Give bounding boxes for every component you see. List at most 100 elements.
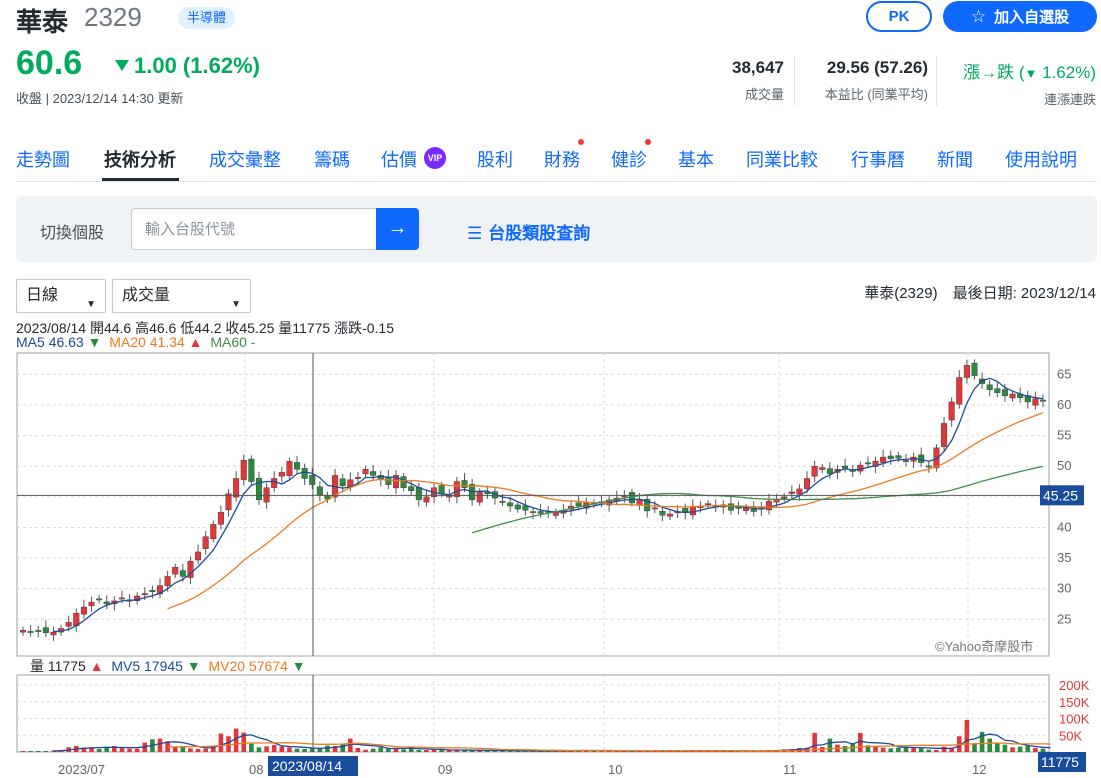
volume-bar [386,748,391,752]
watermark: ©Yahoo奇摩股市 [935,639,1033,654]
candle-body [575,502,582,507]
volume-bar [172,746,178,752]
candle-body [248,458,255,482]
x-tick-label: 12 [972,762,986,777]
volume-bar [918,748,924,752]
candle-body [278,472,285,477]
crosshair-volume-label: 11775 [1041,754,1079,770]
candle-body [80,606,87,615]
crosshair-price-label: 45.25 [1043,487,1078,503]
volume-bar [401,749,406,752]
volume-bar [941,746,947,752]
volume-bar [127,748,132,752]
volume-bar [378,747,384,752]
volume-bar [1002,744,1008,752]
candle-body [1009,393,1016,399]
candle-body [103,601,110,605]
candle-body [202,536,209,549]
candle-body [705,503,712,505]
candle-body [788,491,795,494]
volume-bar [431,749,437,752]
volume-bar [1033,747,1038,752]
candle-body [446,495,453,498]
price-tick-label: 35 [1057,550,1071,565]
candle-body [948,401,955,421]
stock-chart[interactable]: 25303540455055606550K100K150K200K2023/07… [0,0,1101,778]
volume-bar [89,747,94,752]
candle-body [453,481,460,497]
price-tick-label: 65 [1057,366,1071,381]
candle-body [499,501,506,503]
candle-body [804,478,811,490]
volume-bar [249,743,254,752]
volume-bar [20,750,26,752]
candle-body [225,493,232,511]
candle-body [956,377,963,405]
price-tick-label: 40 [1057,519,1071,534]
candle-body [309,474,316,485]
volume-bar [256,747,262,752]
candle-body [35,630,42,632]
candle-body [271,478,278,488]
candle-body [522,505,529,511]
volume-bar [180,746,186,752]
candle-body [941,423,948,447]
candle-body [994,388,1001,393]
candle-body [621,495,628,498]
volume-bar [119,747,125,752]
candle-body [476,491,483,503]
volume-bar [203,748,208,752]
candle-body [1039,399,1046,402]
x-tick-label: 08 [249,762,263,777]
volume-bar [264,746,269,752]
volume-bar [195,748,201,752]
candle-body [895,455,902,459]
volume-bar [271,744,277,752]
candle-body [172,567,179,575]
volume-bar [294,748,300,752]
volume-bar [370,748,376,752]
volume-bar [880,747,886,752]
volume-bar [188,748,193,752]
volume-bar [43,750,49,752]
volume-tick-label: 200K [1059,678,1090,693]
volume-bar [972,743,977,752]
volume-bar [416,749,422,752]
candle-body [362,469,369,475]
candle-body [537,511,544,514]
candle-body [195,551,202,561]
mv5-line [53,733,1051,752]
volume-bar [302,748,307,752]
candle-body [667,513,674,517]
volume-bar [1025,745,1031,752]
volume-tick-label: 50K [1059,728,1082,743]
volume-bar [1010,747,1015,752]
candle-body [811,466,818,477]
volume-bar [439,749,444,752]
candle-body [179,570,186,577]
candle-body [408,486,415,491]
volume-bar [340,743,346,752]
candle-body [354,477,361,479]
volume-bar [995,742,1000,752]
candle-body [50,631,57,636]
candle-body [301,468,308,479]
candle-body [88,601,95,607]
volume-bar [233,728,239,752]
candle-body [902,460,909,462]
volume-bar [355,747,361,752]
volume-bar [934,749,939,752]
volume-bar [363,749,368,752]
candle-body [316,486,323,496]
candle-body [96,598,103,601]
x-tick-label: 10 [608,762,622,777]
volume-bar [964,719,970,752]
candle-body [339,478,346,487]
candle-body [210,524,217,540]
volume-bar [842,745,848,752]
volume-bar [325,745,330,752]
volume-bar [35,750,41,752]
volume-tick-label: 150K [1059,695,1090,710]
volume-bar [469,750,475,752]
volume-bar [309,748,315,752]
